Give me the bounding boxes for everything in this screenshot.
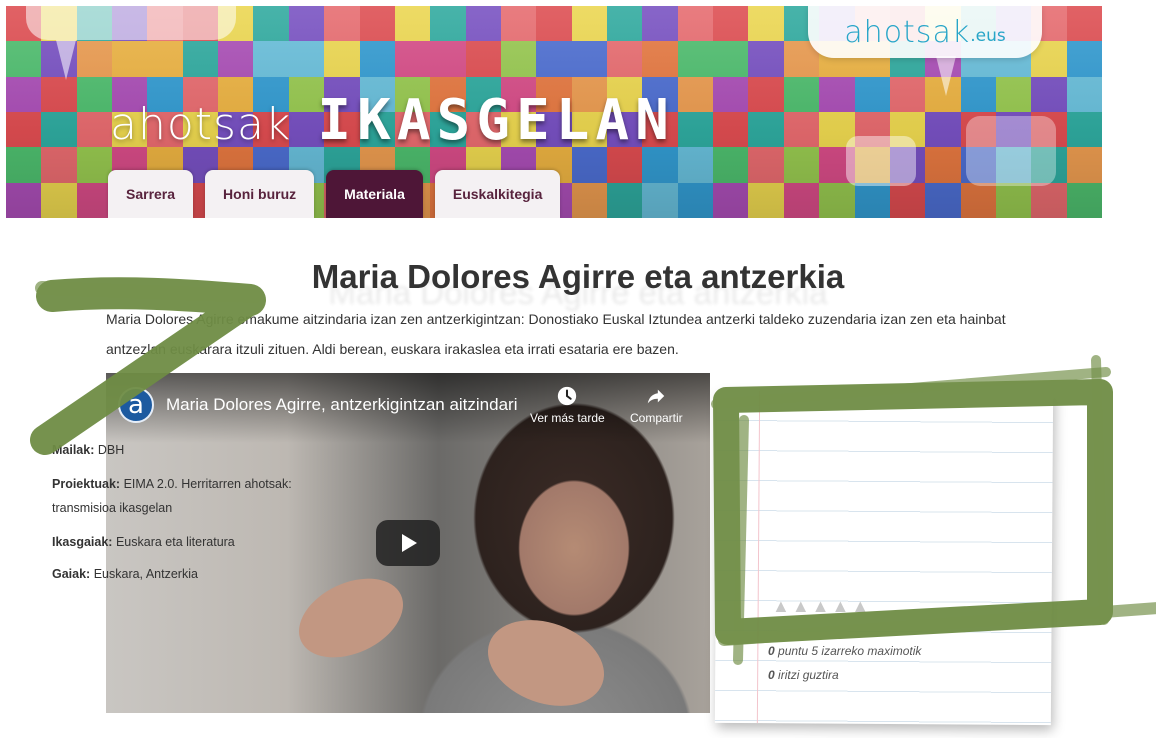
rating-count: 0 iritzi guztira (768, 668, 839, 682)
tab-materiala[interactable]: Materiala (326, 170, 423, 218)
meta-label: Gaiak: (52, 567, 91, 581)
rating-points-text: puntu 5 izarreko maximotik (778, 644, 922, 658)
meta-value[interactable]: Euskara eta literatura (116, 535, 235, 549)
speech-bubble-tail (56, 40, 76, 80)
speech-bubble-decoration (966, 116, 1056, 186)
star-icon[interactable]: ▲ (851, 596, 869, 617)
speech-bubble-decoration (846, 136, 916, 186)
tab-honi-buruz[interactable]: Honi buruz (205, 170, 315, 218)
channel-avatar[interactable]: a (118, 387, 154, 423)
star-icon[interactable]: ▲ (792, 596, 810, 617)
tab-sarrera[interactable]: Sarrera (108, 170, 194, 218)
share-button[interactable]: Compartir (630, 385, 683, 425)
star-rating[interactable]: ▲ ▲ ▲ ▲ ▲ (772, 596, 869, 617)
tab-label: Euskalkitegia (452, 186, 543, 202)
site-logo-main: ahotsak (844, 14, 971, 50)
intro-paragraph: Maria Dolores Agirre emakume aitzindaria… (106, 304, 1066, 364)
tab-label: Sarrera (126, 186, 176, 202)
meta-proiektuak: Proiektuak: EIMA 2.0. Herritarren ahotsa… (52, 472, 322, 520)
play-button[interactable] (376, 520, 440, 566)
page-title: Maria Dolores Agirre eta antzerkia (311, 258, 845, 295)
site-logo-tld: .eus (970, 26, 1006, 46)
rating-points-value: 0 (768, 644, 775, 658)
site-brand[interactable]: ahotsak IKASGELAN (110, 88, 675, 153)
star-icon[interactable]: ▲ (812, 596, 830, 617)
brand-prefix: ahotsak (110, 99, 292, 150)
share-arrow-icon (648, 389, 665, 404)
intro-line: antzezlan euskarara itzuli zituen. Aldi … (106, 341, 679, 357)
ahotsak-eus-logo[interactable]: ahotsak .eus (808, 6, 1042, 58)
meta-label: Proiektuak: (52, 477, 121, 491)
speech-bubble-decoration (26, 6, 236, 40)
meta-value[interactable]: Euskara, Antzerkia (94, 567, 198, 581)
play-icon (402, 534, 417, 552)
video-title-link[interactable]: Maria Dolores Agirre, antzerkigintzan ai… (166, 395, 518, 415)
intro-line: Maria Dolores Agirre emakume aitzindaria… (106, 311, 1006, 327)
tab-label: Materiala (344, 186, 405, 202)
clock-icon (558, 386, 577, 406)
tab-label: Honi buruz (223, 186, 297, 202)
brand-name: IKASGELAN (317, 88, 675, 153)
main-nav: Sarrera Honi buruz Materiala Euskalkiteg… (108, 170, 561, 218)
info-card (714, 390, 1054, 726)
speech-bubble-tail (936, 56, 956, 96)
notebook-margin-line (756, 391, 761, 724)
meta-value: DBH (97, 443, 125, 457)
star-icon[interactable]: ▲ (831, 596, 849, 617)
rating-count-text: iritzi guztira (778, 668, 839, 682)
star-icon[interactable]: ▲ (772, 596, 790, 617)
meta-label: Mailak: (52, 443, 95, 457)
watch-later-button[interactable]: Ver más tarde (530, 385, 605, 425)
tab-euskalkitegia[interactable]: Euskalkitegia (434, 170, 561, 218)
meta-gaiak: Gaiak: Euskara, Antzerkia (52, 562, 322, 586)
meta-ikasgaiak: Ikasgaiak: Euskara eta literatura (52, 530, 322, 554)
meta-label: Ikasgaiak: (52, 535, 113, 549)
watch-later-label: Ver más tarde (530, 411, 605, 425)
meta-mailak: Mailak: DBH (52, 438, 322, 462)
rating-count-value: 0 (768, 668, 775, 682)
channel-letter: a (128, 390, 144, 420)
rating-points: 0 puntu 5 izarreko maximotik (768, 644, 921, 658)
share-label: Compartir (630, 411, 683, 425)
